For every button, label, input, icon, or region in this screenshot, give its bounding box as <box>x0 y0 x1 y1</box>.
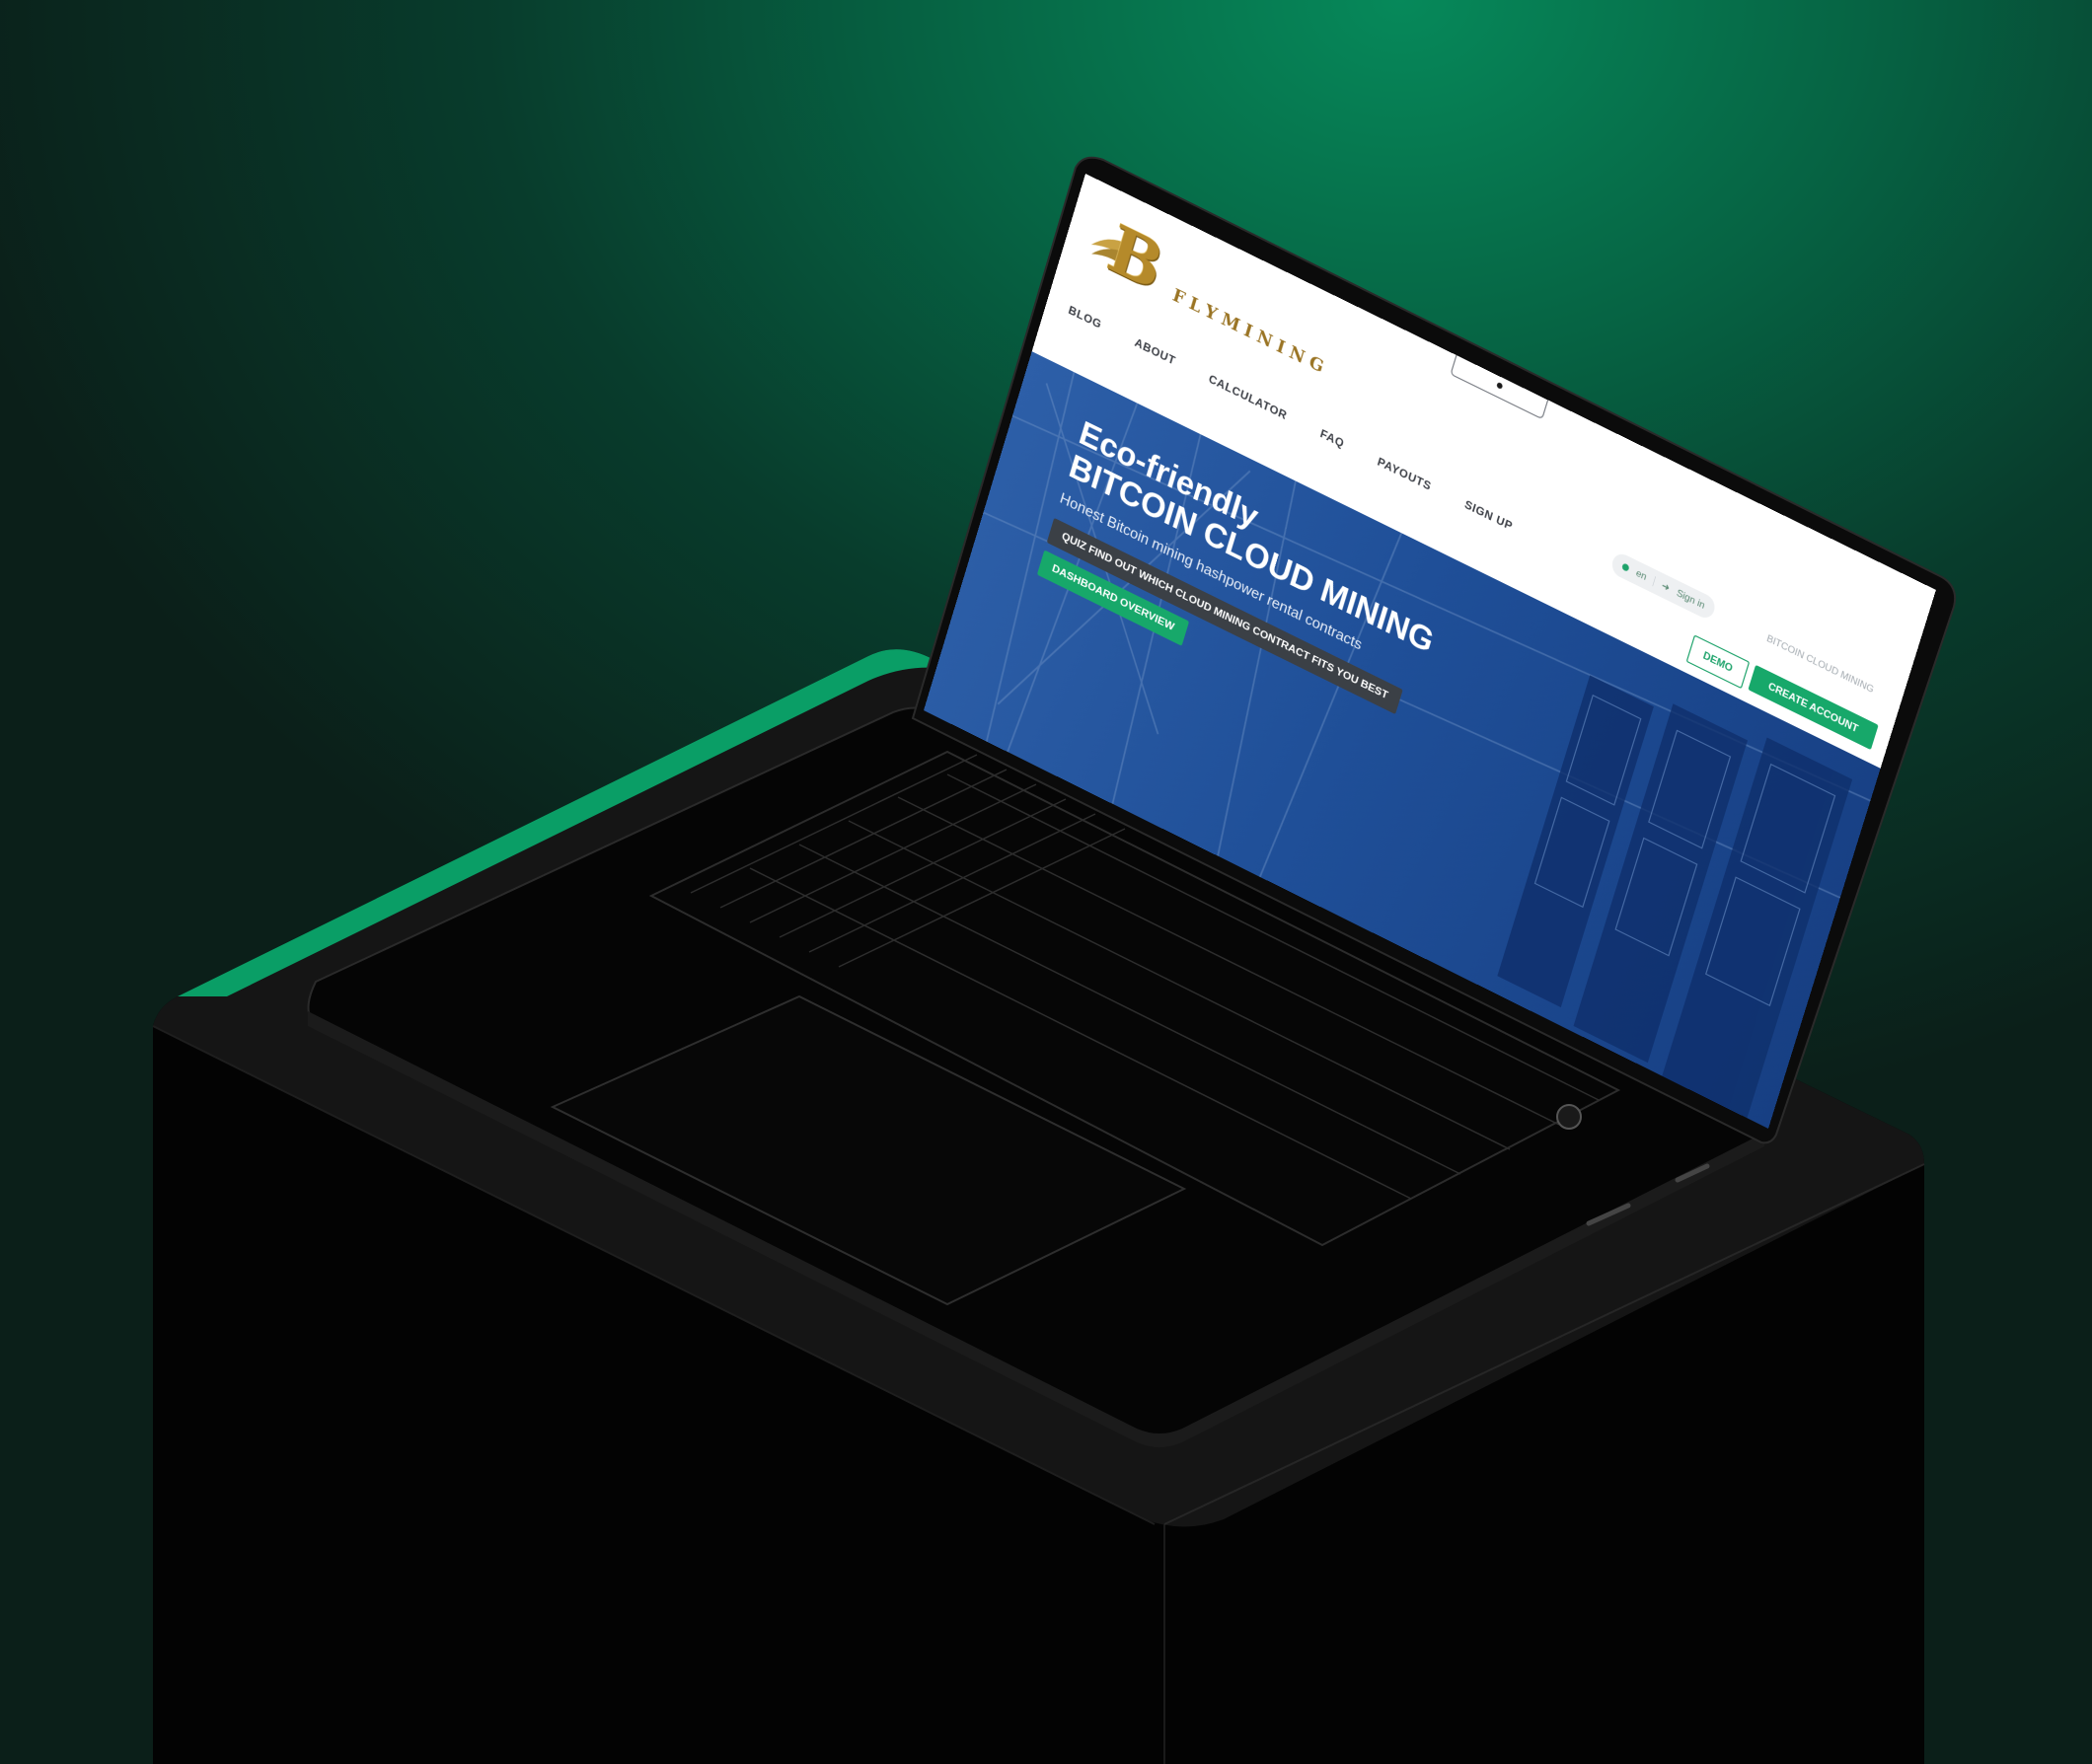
nav-faq[interactable]: FAQ <box>1318 427 1345 451</box>
nav-calculator[interactable]: CALCULATOR <box>1207 373 1288 423</box>
nav-blog[interactable]: BLOG <box>1067 304 1103 332</box>
bitcoin-logo-icon[interactable]: B <box>1097 210 1173 305</box>
globe-icon <box>1621 562 1630 572</box>
nav-about[interactable]: ABOUT <box>1133 336 1176 369</box>
divider <box>1652 576 1656 587</box>
signin-link[interactable]: Sign in <box>1676 587 1706 612</box>
camera-icon <box>1496 381 1504 391</box>
nav-sign-up[interactable]: SIGN UP <box>1462 498 1515 534</box>
signin-icon: ➜ <box>1660 579 1672 594</box>
lang-signin-pill: en ➜ Sign in <box>1609 550 1718 623</box>
language-selector[interactable]: en <box>1634 567 1648 583</box>
nav-payouts[interactable]: PAYOUTS <box>1376 456 1433 494</box>
